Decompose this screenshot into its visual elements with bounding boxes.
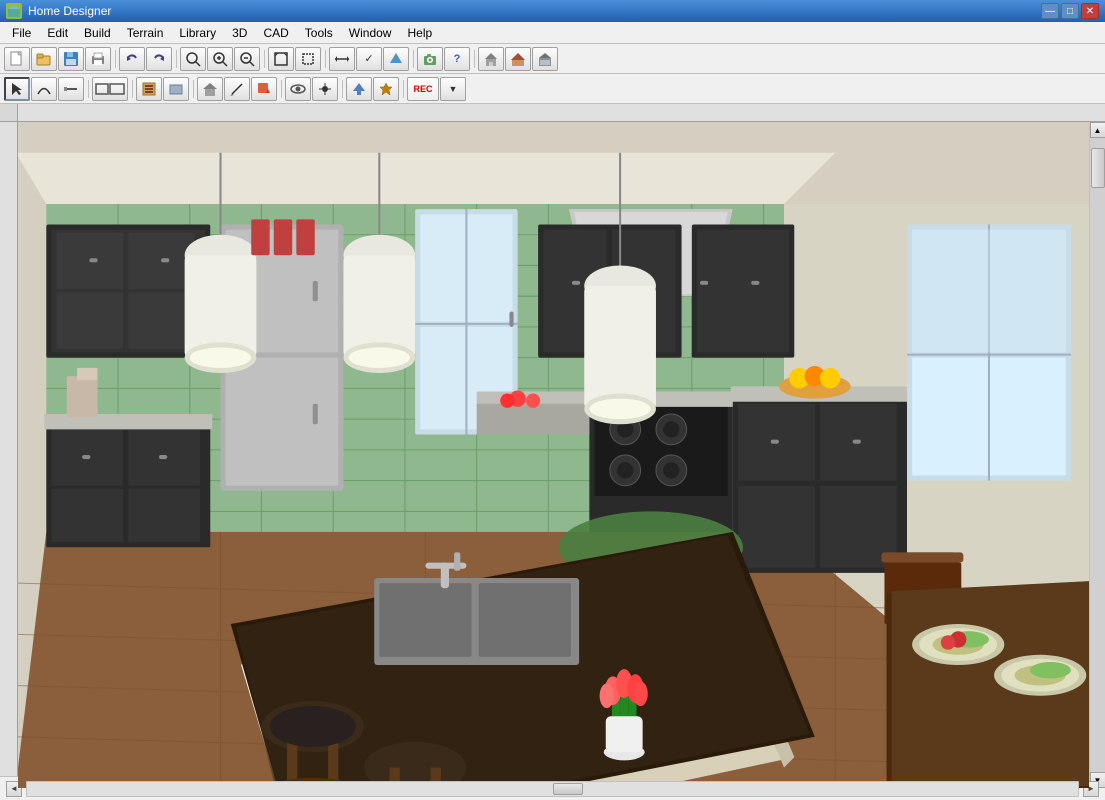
sep9 bbox=[190, 77, 196, 101]
title-bar: Home Designer — □ ✕ bbox=[0, 0, 1105, 22]
help-button[interactable]: ? bbox=[444, 47, 470, 71]
photo-tool[interactable] bbox=[197, 77, 223, 101]
sep3 bbox=[261, 47, 267, 71]
sep4 bbox=[322, 47, 328, 71]
check-button[interactable]: ✓ bbox=[356, 47, 382, 71]
view-tool[interactable] bbox=[285, 77, 311, 101]
ruler-left bbox=[0, 104, 18, 776]
scrollbar-vertical[interactable]: ▲ ▼ bbox=[1089, 122, 1105, 788]
sep8 bbox=[129, 77, 135, 101]
redo-button[interactable] bbox=[146, 47, 172, 71]
maximize-button[interactable]: □ bbox=[1061, 3, 1079, 19]
zoom-out-button[interactable] bbox=[234, 47, 260, 71]
move-button[interactable] bbox=[329, 47, 355, 71]
scrollbar-horizontal[interactable] bbox=[26, 781, 1079, 797]
menu-3d[interactable]: 3D bbox=[224, 24, 255, 42]
toolbar-1: ✓ ? bbox=[0, 44, 1105, 74]
open-button[interactable] bbox=[31, 47, 57, 71]
up-button[interactable] bbox=[383, 47, 409, 71]
menu-edit[interactable]: Edit bbox=[39, 24, 76, 42]
zoom-fit-button[interactable] bbox=[180, 47, 206, 71]
menu-cad[interactable]: CAD bbox=[255, 24, 296, 42]
record-dropdown[interactable]: ▼ bbox=[440, 77, 466, 101]
undo-button[interactable] bbox=[119, 47, 145, 71]
paint-tool[interactable] bbox=[251, 77, 277, 101]
house-button[interactable] bbox=[478, 47, 504, 71]
save-button[interactable] bbox=[58, 47, 84, 71]
menu-tools[interactable]: Tools bbox=[297, 24, 341, 42]
raise-tool[interactable] bbox=[346, 77, 372, 101]
camera-view-button[interactable] bbox=[417, 47, 443, 71]
pen-tool[interactable] bbox=[224, 77, 250, 101]
scroll-thumb-vertical[interactable] bbox=[1091, 148, 1105, 188]
sep1 bbox=[112, 47, 118, 71]
menu-window[interactable]: Window bbox=[341, 24, 400, 42]
point-tool[interactable] bbox=[312, 77, 338, 101]
ruler-top bbox=[18, 104, 1105, 122]
zoom-in-button[interactable] bbox=[207, 47, 233, 71]
menu-library[interactable]: Library bbox=[171, 24, 224, 42]
scroll-thumb-horizontal[interactable] bbox=[553, 783, 583, 795]
sep12 bbox=[400, 77, 406, 101]
library-tool[interactable] bbox=[136, 77, 162, 101]
arc-tool[interactable] bbox=[31, 77, 57, 101]
transform-tool[interactable] bbox=[373, 77, 399, 101]
zoom-box-button[interactable] bbox=[295, 47, 321, 71]
menu-bar: File Edit Build Terrain Library 3D CAD T… bbox=[0, 22, 1105, 44]
menu-file[interactable]: File bbox=[4, 24, 39, 42]
fullscreen-button[interactable] bbox=[268, 47, 294, 71]
window-controls: — □ ✕ bbox=[1041, 3, 1099, 19]
scene-and-scrollbar: ▲ ▼ bbox=[18, 122, 1105, 788]
3d-scene[interactable] bbox=[18, 122, 1089, 788]
line-tool[interactable] bbox=[58, 77, 84, 101]
sep2 bbox=[173, 47, 179, 71]
minimize-button[interactable]: — bbox=[1041, 3, 1059, 19]
sep6 bbox=[471, 47, 477, 71]
window-title: Home Designer bbox=[28, 4, 111, 18]
solid-tool[interactable] bbox=[163, 77, 189, 101]
menu-build[interactable]: Build bbox=[76, 24, 119, 42]
roof-button[interactable] bbox=[505, 47, 531, 71]
sep10 bbox=[278, 77, 284, 101]
main-area: ▲ ▼ bbox=[0, 104, 1105, 776]
menu-terrain[interactable]: Terrain bbox=[119, 24, 172, 42]
select-tool[interactable] bbox=[4, 77, 30, 101]
canvas-container: ▲ ▼ bbox=[18, 104, 1105, 776]
scroll-up-button[interactable]: ▲ bbox=[1090, 122, 1105, 138]
menu-help[interactable]: Help bbox=[399, 24, 440, 42]
close-button[interactable]: ✕ bbox=[1081, 3, 1099, 19]
garage-button[interactable] bbox=[532, 47, 558, 71]
record-button[interactable]: REC bbox=[407, 77, 439, 101]
sep11 bbox=[339, 77, 345, 101]
scroll-track-vertical[interactable] bbox=[1090, 138, 1105, 772]
print-button[interactable] bbox=[85, 47, 111, 71]
toolbar-2: REC ▼ bbox=[0, 74, 1105, 104]
new-button[interactable] bbox=[4, 47, 30, 71]
app-icon bbox=[6, 3, 22, 19]
sep7 bbox=[85, 77, 91, 101]
room-tool[interactable] bbox=[92, 77, 128, 101]
sep5 bbox=[410, 47, 416, 71]
